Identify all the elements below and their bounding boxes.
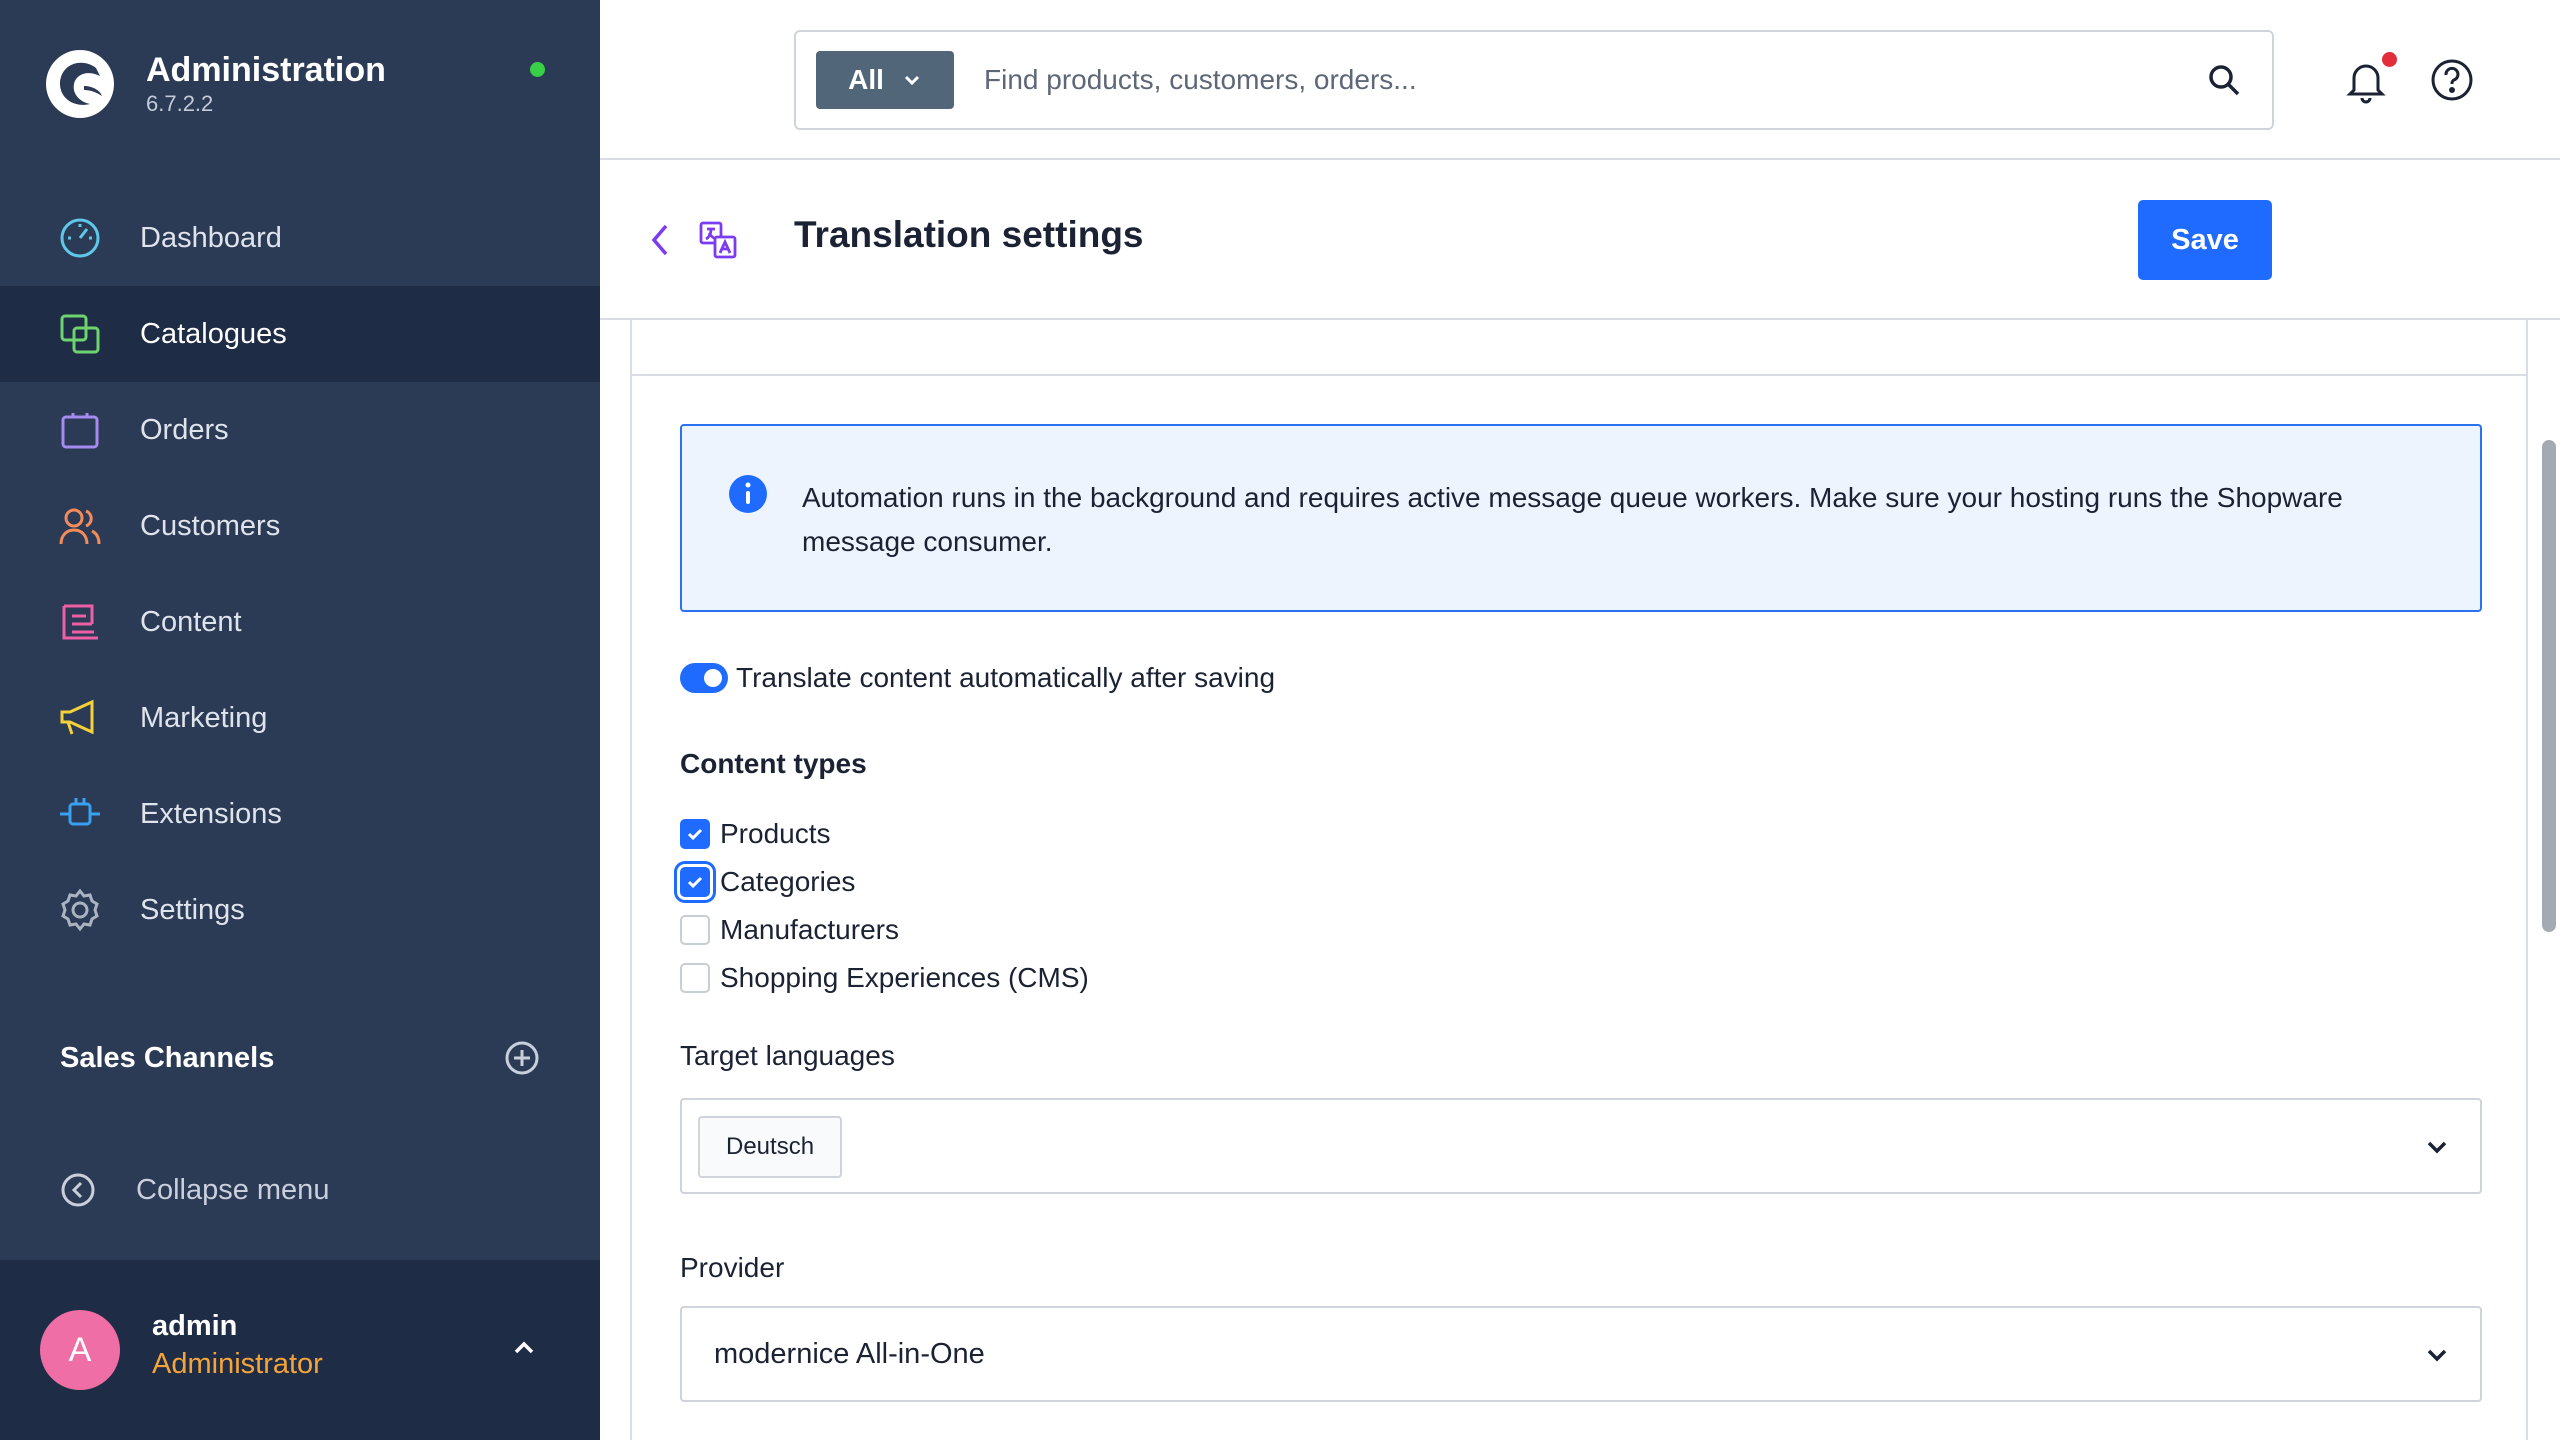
sales-channels-header: Sales Channels bbox=[60, 1040, 540, 1076]
content-types-title: Content types bbox=[680, 748, 867, 779]
checkmark-icon bbox=[687, 876, 703, 889]
nav-label: Content bbox=[140, 605, 242, 638]
user-role: Administrator bbox=[152, 1348, 323, 1380]
customers-icon bbox=[58, 504, 102, 548]
settings-card: Automation runs in the background and re… bbox=[630, 320, 2528, 1440]
main-nav: Dashboard Catalogues Orders Customers Co… bbox=[0, 190, 600, 958]
help-icon[interactable] bbox=[2430, 58, 2474, 102]
provider-value: modernice All-in-One bbox=[714, 1338, 985, 1370]
chevron-up-icon[interactable] bbox=[508, 1332, 540, 1364]
user-menu[interactable]: A admin Administrator bbox=[0, 1260, 600, 1440]
translate-icon bbox=[699, 221, 737, 259]
info-alert: Automation runs in the background and re… bbox=[680, 424, 2482, 612]
extensions-icon bbox=[58, 792, 102, 836]
checkbox-cms[interactable] bbox=[680, 963, 710, 993]
checkbox-label: Products bbox=[720, 818, 831, 849]
orders-icon bbox=[58, 408, 102, 452]
nav-item-extensions[interactable]: Extensions bbox=[0, 766, 600, 862]
notification-badge bbox=[2382, 52, 2397, 67]
top-bar: All bbox=[600, 0, 2560, 160]
page-header: Translation settings Save bbox=[600, 162, 2560, 320]
chevron-down-icon bbox=[2427, 1141, 2447, 1154]
collapse-menu-label: Collapse menu bbox=[136, 1173, 330, 1206]
auto-translate-row: Translate content automatically after sa… bbox=[680, 662, 1275, 694]
checkmark-icon bbox=[687, 828, 703, 841]
save-button[interactable]: Save bbox=[2138, 200, 2272, 280]
search-type-dropdown[interactable]: All bbox=[816, 51, 954, 109]
status-indicator bbox=[530, 62, 545, 77]
auto-translate-toggle[interactable] bbox=[680, 663, 728, 693]
checkbox-manufacturers[interactable] bbox=[680, 915, 710, 945]
nav-label: Marketing bbox=[140, 701, 268, 734]
checkbox-label: Categories bbox=[720, 866, 856, 897]
checkbox-row-products: Products bbox=[680, 810, 1089, 858]
nav-item-marketing[interactable]: Marketing bbox=[0, 670, 600, 766]
scrollbar-thumb[interactable] bbox=[2542, 440, 2556, 932]
nav-item-customers[interactable]: Customers bbox=[0, 478, 600, 574]
collapse-menu-button[interactable]: Collapse menu bbox=[60, 1172, 329, 1208]
checkbox-categories[interactable] bbox=[680, 867, 710, 897]
app-title: Administration bbox=[146, 51, 386, 89]
sidebar: Administration 6.7.2.2 Dashboard Catalog… bbox=[0, 0, 600, 1440]
checkbox-label: Shopping Experiences (CMS) bbox=[720, 962, 1089, 993]
checkbox-row-cms: Shopping Experiences (CMS) bbox=[680, 954, 1089, 1002]
content-icon bbox=[58, 600, 102, 644]
app-version: 6.7.2.2 bbox=[146, 91, 214, 116]
card-divider bbox=[632, 374, 2526, 376]
checkbox-row-manufacturers: Manufacturers bbox=[680, 906, 1089, 954]
nav-label: Catalogues bbox=[140, 317, 287, 350]
nav-item-content[interactable]: Content bbox=[0, 574, 600, 670]
info-alert-text: Automation runs in the background and re… bbox=[802, 482, 2343, 557]
settings-content: Automation runs in the background and re… bbox=[600, 320, 2560, 1440]
auto-translate-label: Translate content automatically after sa… bbox=[736, 662, 1276, 693]
brand[interactable]: Administration 6.7.2.2 bbox=[44, 48, 386, 120]
checkbox-products[interactable] bbox=[680, 819, 710, 849]
content-types-list: Products Categories Manufacturers Shoppi… bbox=[680, 810, 1089, 1002]
checkbox-label: Manufacturers bbox=[720, 914, 899, 945]
info-icon bbox=[729, 475, 767, 513]
chevron-down-icon bbox=[904, 75, 919, 86]
add-sales-channel-icon[interactable] bbox=[504, 1040, 540, 1076]
search-icon[interactable] bbox=[2206, 62, 2242, 98]
dashboard-icon bbox=[58, 216, 102, 260]
nav-item-catalogues[interactable]: Catalogues bbox=[0, 286, 600, 382]
collapse-icon bbox=[61, 1173, 95, 1207]
nav-item-orders[interactable]: Orders bbox=[0, 382, 600, 478]
nav-label: Settings bbox=[140, 893, 245, 926]
provider-label: Provider bbox=[680, 1252, 785, 1283]
nav-label: Orders bbox=[140, 413, 229, 446]
brand-text: Administration 6.7.2.2 bbox=[146, 50, 386, 118]
search-input[interactable] bbox=[984, 64, 2206, 96]
settings-icon bbox=[58, 888, 102, 932]
target-languages-select[interactable]: Deutsch bbox=[680, 1098, 2482, 1194]
shopware-logo-icon bbox=[46, 50, 114, 118]
search-type-label: All bbox=[848, 64, 884, 95]
target-languages-label: Target languages bbox=[680, 1040, 895, 1071]
global-search: All bbox=[794, 30, 2274, 130]
sales-channels-title: Sales Channels bbox=[60, 1041, 275, 1074]
avatar: A bbox=[40, 1310, 120, 1390]
user-name: admin bbox=[152, 1310, 238, 1342]
page-title: Translation settings bbox=[794, 214, 1144, 255]
nav-item-dashboard[interactable]: Dashboard bbox=[0, 190, 600, 286]
back-arrow-icon[interactable] bbox=[646, 220, 674, 260]
language-chip[interactable]: Deutsch bbox=[698, 1116, 843, 1178]
nav-label: Dashboard bbox=[140, 221, 282, 254]
nav-item-settings[interactable]: Settings bbox=[0, 862, 600, 958]
nav-label: Customers bbox=[140, 509, 281, 542]
provider-select[interactable]: modernice All-in-One bbox=[680, 1306, 2482, 1402]
checkbox-row-categories: Categories bbox=[680, 858, 1089, 906]
nav-label: Extensions bbox=[140, 797, 282, 830]
chevron-down-icon bbox=[2427, 1349, 2447, 1362]
marketing-icon bbox=[58, 696, 102, 740]
catalogues-icon bbox=[58, 312, 102, 356]
